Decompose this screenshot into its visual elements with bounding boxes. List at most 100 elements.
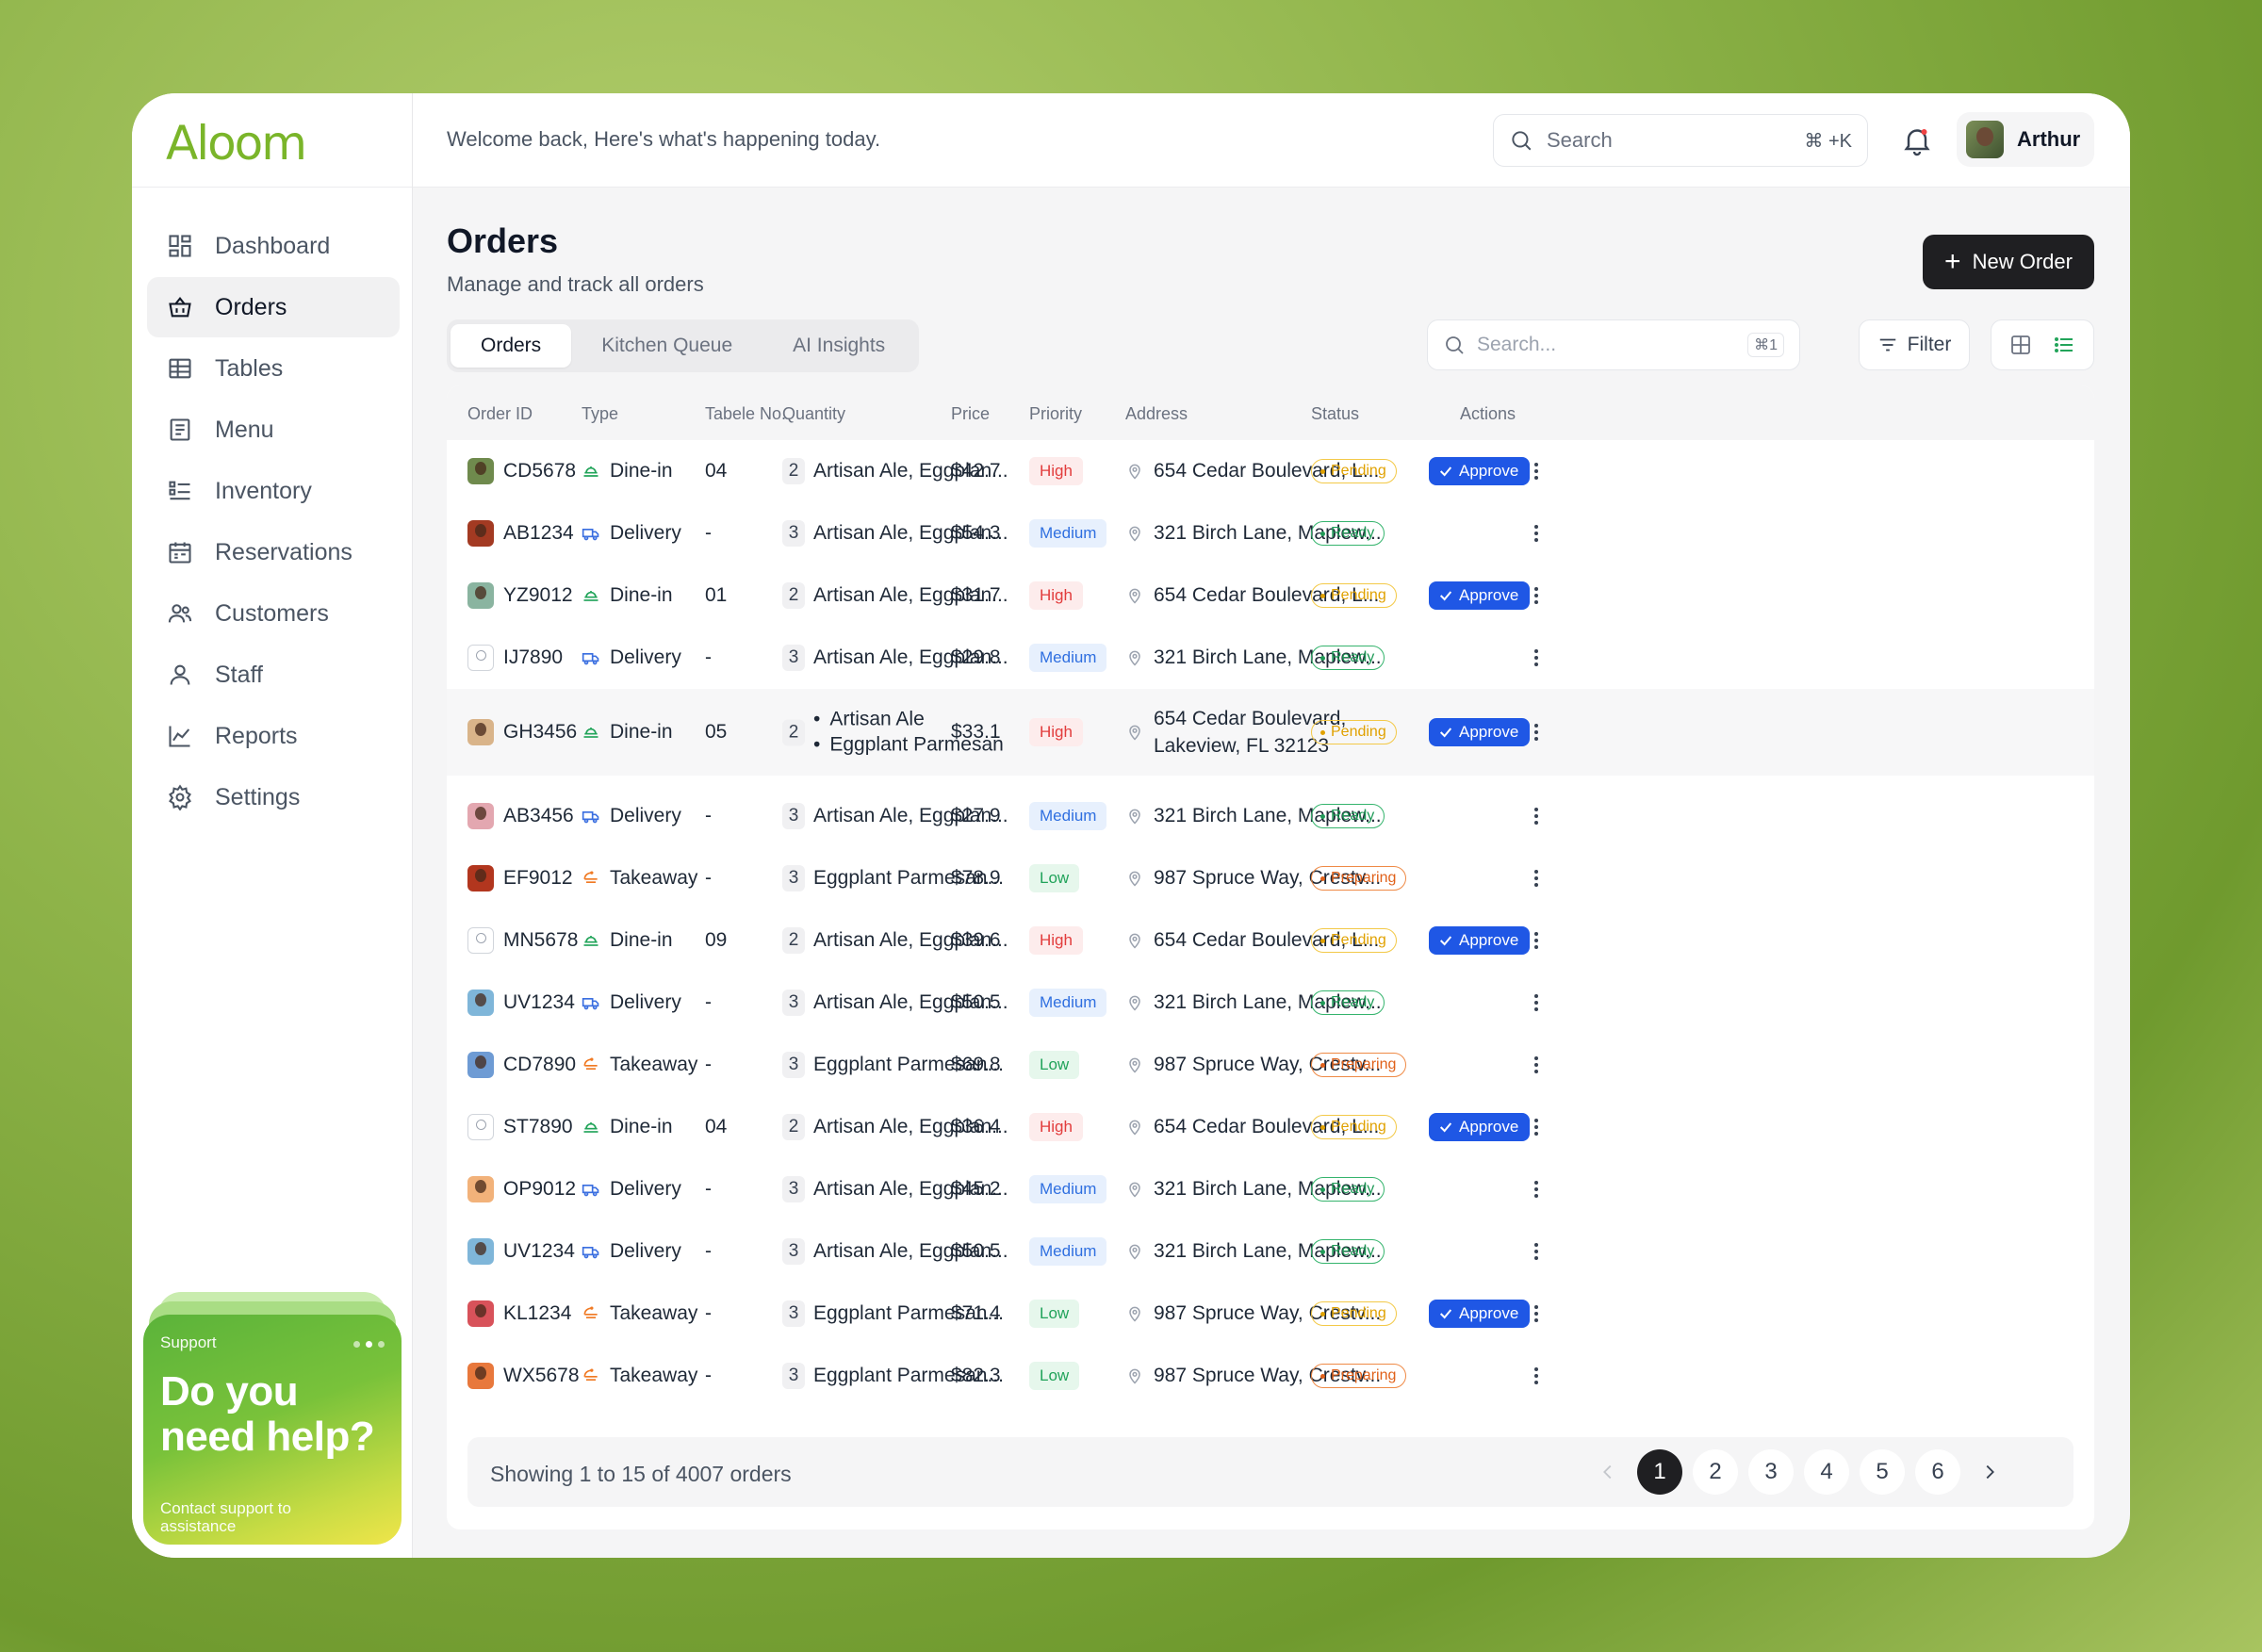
table-row[interactable]: EF9012 Takeaway - 3 Eggplant Parmesan... …: [447, 847, 2094, 909]
more-actions-icon[interactable]: [1525, 646, 1548, 669]
order-id[interactable]: GH3456: [503, 721, 577, 744]
table-row[interactable]: IJ7890 Delivery - 3 Artisan Ale, Eggplan.…: [447, 627, 2094, 689]
more-actions-icon[interactable]: [1525, 867, 1548, 890]
order-id[interactable]: WX5678: [503, 1365, 580, 1387]
more-actions-icon[interactable]: [1525, 522, 1548, 545]
table-row[interactable]: KL1234 Takeaway - 3 Eggplant Parmesan... …: [447, 1283, 2094, 1345]
table-row[interactable]: WX5678 Takeaway - 3 Eggplant Parmesan... …: [447, 1345, 2094, 1407]
column-header[interactable]: Tabele No.: [705, 404, 786, 424]
column-header[interactable]: Price: [951, 404, 990, 424]
approve-button[interactable]: Approve: [1429, 1300, 1531, 1328]
page-button[interactable]: 6: [1915, 1449, 1960, 1495]
page-button[interactable]: 5: [1860, 1449, 1905, 1495]
approve-label: Approve: [1459, 931, 1519, 949]
user-menu[interactable]: Arthur: [1957, 112, 2094, 167]
order-id[interactable]: IJ7890: [503, 646, 563, 669]
order-id[interactable]: CD7890: [503, 1054, 576, 1076]
sidebar-item-reservations[interactable]: Reservations: [147, 522, 400, 582]
more-actions-icon[interactable]: [1525, 721, 1548, 744]
sidebar-item-customers[interactable]: Customers: [147, 583, 400, 644]
table-row[interactable]: AB3456 Delivery - 3 Artisan Ale, Eggplan.…: [447, 785, 2094, 847]
list-view-icon[interactable]: [2053, 334, 2075, 356]
chevron-left-icon[interactable]: [1589, 1449, 1627, 1495]
table-row[interactable]: CD7890 Takeaway - 3 Eggplant Parmesan... …: [447, 1034, 2094, 1096]
page-button[interactable]: 1: [1637, 1449, 1682, 1495]
chevron-right-icon[interactable]: [1971, 1449, 2008, 1495]
new-order-button[interactable]: + New Order: [1923, 235, 2094, 289]
pagination: Showing 1 to 15 of 4007 orders 123456: [467, 1437, 2074, 1507]
table-row[interactable]: UV1234 Delivery - 3 Artisan Ale, Eggplan.…: [447, 1220, 2094, 1283]
page-button[interactable]: 2: [1693, 1449, 1738, 1495]
sidebar-item-reports[interactable]: Reports: [147, 706, 400, 766]
more-actions-icon[interactable]: [1525, 991, 1548, 1014]
approve-button[interactable]: Approve: [1429, 581, 1531, 610]
more-actions-icon[interactable]: [1525, 1240, 1548, 1263]
grid-view-icon[interactable]: [2009, 334, 2032, 356]
order-id[interactable]: YZ9012: [503, 584, 573, 607]
sidebar-item-dashboard[interactable]: Dashboard: [147, 216, 400, 276]
order-id[interactable]: AB3456: [503, 805, 574, 827]
more-actions-icon[interactable]: [1525, 929, 1548, 952]
table-row[interactable]: AB1234 Delivery - 3 Artisan Ale, Eggplan.…: [447, 502, 2094, 564]
column-header[interactable]: Type: [582, 404, 618, 424]
tab-ai-insights[interactable]: AI Insights: [762, 324, 915, 368]
column-header[interactable]: Quantity: [782, 404, 845, 424]
order-id[interactable]: UV1234: [503, 991, 575, 1014]
approve-button[interactable]: Approve: [1429, 718, 1531, 746]
filter-button[interactable]: Filter: [1859, 319, 1970, 370]
order-type: Takeaway: [610, 1302, 698, 1324]
tab-kitchen-queue[interactable]: Kitchen Queue: [571, 324, 762, 368]
sidebar-item-inventory[interactable]: Inventory: [147, 461, 400, 521]
more-actions-icon[interactable]: [1525, 1178, 1548, 1201]
quantity-badge: 3: [782, 990, 805, 1016]
column-header[interactable]: Status: [1311, 404, 1359, 424]
tab-orders[interactable]: Orders: [451, 324, 572, 368]
page-button[interactable]: 3: [1748, 1449, 1794, 1495]
more-actions-icon[interactable]: [1525, 1302, 1548, 1325]
order-id[interactable]: MN5678: [503, 929, 578, 952]
column-header[interactable]: Actions: [1460, 404, 1516, 424]
order-id[interactable]: OP9012: [503, 1178, 576, 1201]
more-actions-icon[interactable]: [1525, 1116, 1548, 1138]
takeaway-icon: [583, 871, 598, 883]
more-actions-icon[interactable]: [1525, 584, 1548, 607]
table-row[interactable]: UV1234 Delivery - 3 Artisan Ale, Eggplan.…: [447, 972, 2094, 1034]
table-row[interactable]: CD5678 Dine-in 04 2 Artisan Ale, Eggplan.…: [447, 440, 2094, 502]
avatar: [467, 1363, 494, 1389]
table-row[interactable]: ST7890 Dine-in 04 2 Artisan Ale, Eggplan.…: [447, 1096, 2094, 1158]
orders-search[interactable]: Search... ⌘1: [1427, 319, 1800, 370]
approve-button[interactable]: Approve: [1429, 1113, 1531, 1141]
sidebar-item-label: Tables: [215, 354, 284, 382]
global-search[interactable]: Search ⌘ +K: [1493, 114, 1868, 167]
order-id[interactable]: UV1234: [503, 1240, 575, 1263]
order-id[interactable]: EF9012: [503, 867, 573, 890]
table-row[interactable]: YZ9012 Dine-in 01 2 Artisan Ale, Eggplan.…: [447, 564, 2094, 627]
carousel-dots[interactable]: [353, 1341, 385, 1348]
page-button[interactable]: 4: [1804, 1449, 1849, 1495]
order-id[interactable]: ST7890: [503, 1116, 573, 1138]
more-actions-icon[interactable]: [1525, 460, 1548, 483]
order-type: Delivery: [610, 1240, 681, 1262]
order-id[interactable]: KL1234: [503, 1302, 571, 1325]
approve-button[interactable]: Approve: [1429, 926, 1531, 955]
sidebar-item-orders[interactable]: Orders: [147, 277, 400, 337]
more-actions-icon[interactable]: [1525, 1365, 1548, 1387]
order-id[interactable]: AB1234: [503, 522, 574, 545]
table-row[interactable]: OP9012 Delivery - 3 Artisan Ale, Eggplan.…: [447, 1158, 2094, 1220]
sidebar-item-menu[interactable]: Menu: [147, 400, 400, 460]
table-row[interactable]: GH3456 Dine-in 05 2Artisan AleEggplant P…: [447, 689, 2094, 776]
sidebar-item-tables[interactable]: Tables: [147, 338, 400, 399]
table-row[interactable]: MN5678 Dine-in 09 2 Artisan Ale, Eggplan.…: [447, 909, 2094, 972]
sidebar-item-staff[interactable]: Staff: [147, 645, 400, 705]
more-actions-icon[interactable]: [1525, 805, 1548, 827]
column-header[interactable]: Order ID: [467, 404, 533, 424]
column-header[interactable]: Address: [1125, 404, 1188, 424]
more-actions-icon[interactable]: [1525, 1054, 1548, 1076]
plus-icon: +: [1944, 246, 1961, 277]
order-id[interactable]: CD5678: [503, 460, 576, 483]
approve-button[interactable]: Approve: [1429, 457, 1531, 485]
column-header[interactable]: Priority: [1029, 404, 1082, 424]
notification-bell-icon[interactable]: [1900, 123, 1934, 157]
support-card[interactable]: Support Do you need help? Contact suppor…: [143, 1315, 402, 1545]
sidebar-item-settings[interactable]: Settings: [147, 767, 400, 827]
